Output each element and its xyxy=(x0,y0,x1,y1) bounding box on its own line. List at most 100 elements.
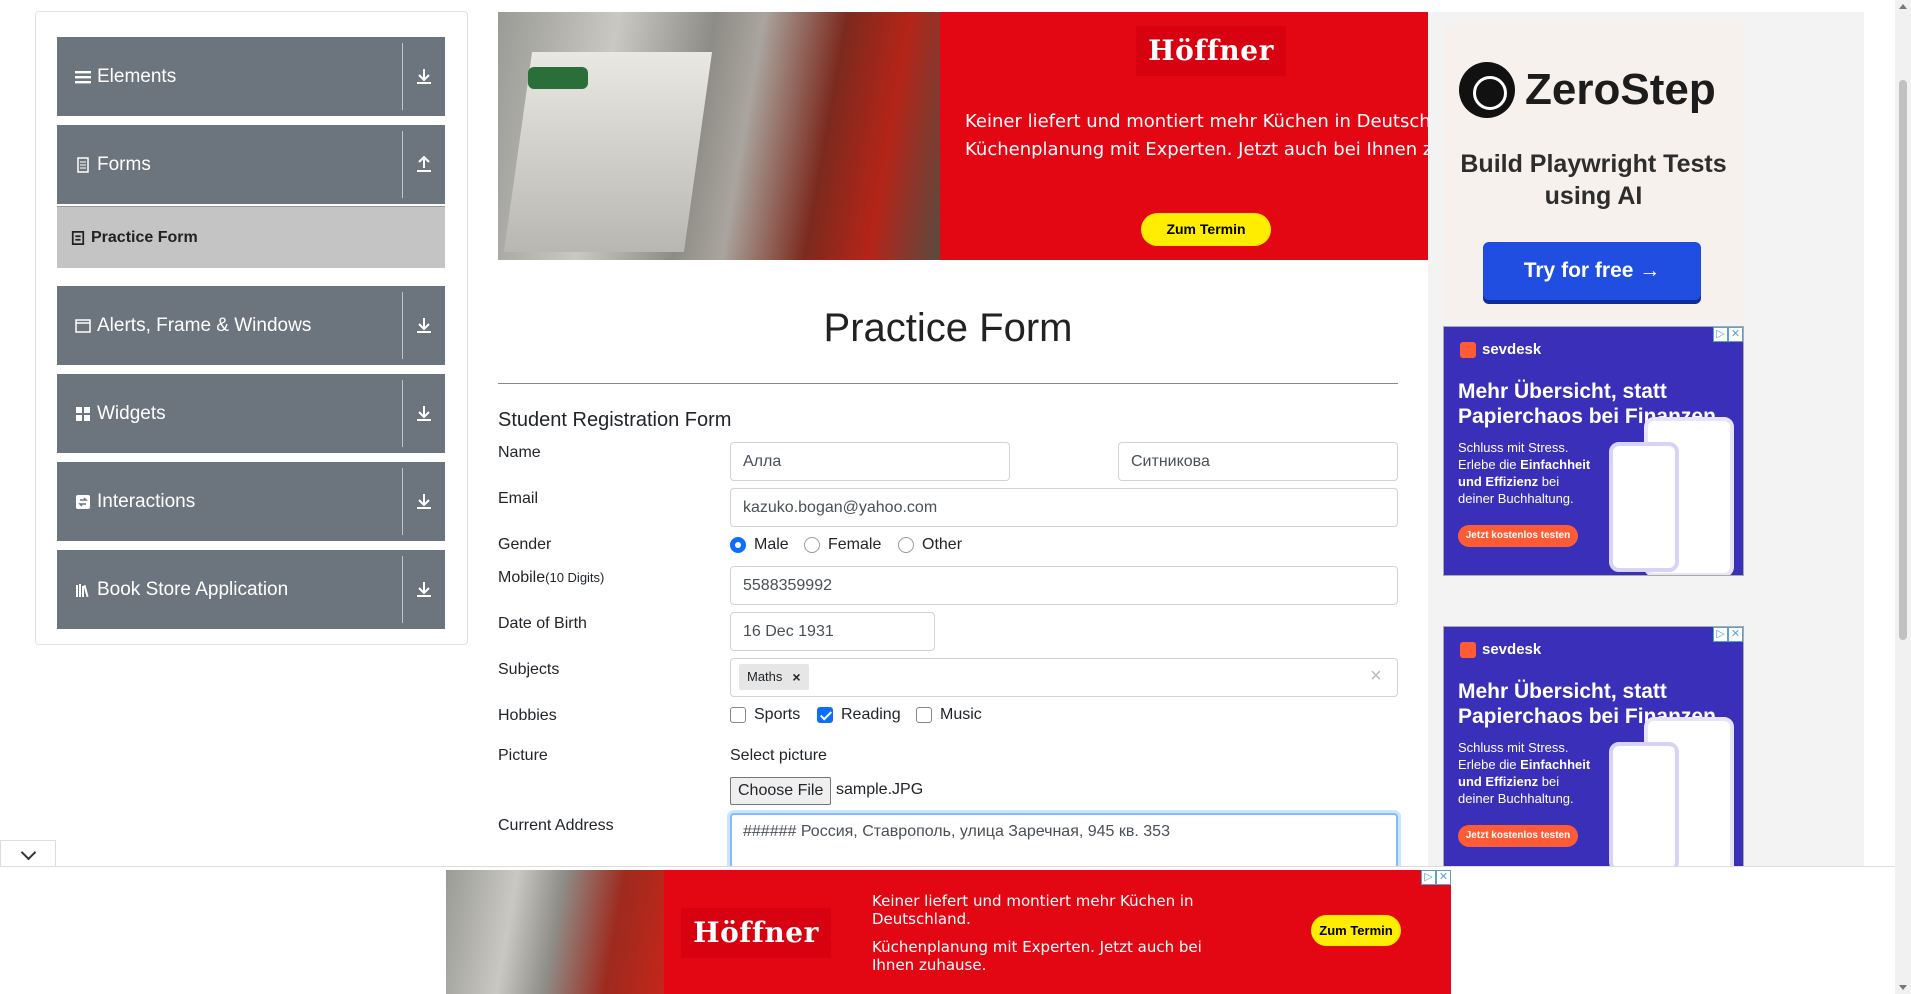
download-arrow-icon[interactable] xyxy=(413,65,435,87)
sidebar-item-practice-form[interactable]: Practice Form xyxy=(57,206,445,268)
scroll-down-icon[interactable] xyxy=(1899,985,1907,990)
hobby-checkbox-music[interactable]: Music xyxy=(916,706,982,724)
ad-choices[interactable]: ▷ ✕ xyxy=(1713,627,1743,642)
ad-line-1: Keiner liefert und montiert mehr Küchen … xyxy=(872,892,1194,928)
sidebar-group-label: Alerts, Frame & Windows xyxy=(97,315,312,336)
sevdesk-ad[interactable]: ▷ ✕ sevdesk Mehr Übersicht, statt Papier… xyxy=(1443,326,1744,576)
picture-label: Picture xyxy=(498,747,548,764)
sevdesk-body: Schluss mit Stress. Erlebe die Einfachhe… xyxy=(1458,440,1591,506)
ad-close-icon[interactable]: ✕ xyxy=(1728,627,1743,642)
download-arrow-icon[interactable] xyxy=(413,402,435,424)
subjects-input[interactable] xyxy=(730,658,1398,697)
gender-label: Gender xyxy=(498,536,552,553)
sidebar-group-alerts[interactable]: Alerts, Frame & Windows xyxy=(57,286,445,365)
form-subtitle: Student Registration Form xyxy=(498,409,732,431)
ad-info-icon[interactable]: ▷ xyxy=(1713,327,1728,342)
ad-choices[interactable]: ▷ ✕ xyxy=(1713,327,1743,342)
page-title: Practice Form xyxy=(823,306,1073,350)
gender-radio-other[interactable]: Other xyxy=(898,536,962,554)
mobile-hint: (10 Digits) xyxy=(545,570,605,585)
ad-info-icon[interactable]: ▷ xyxy=(1421,870,1436,885)
upload-arrow-icon[interactable] xyxy=(413,153,435,175)
download-arrow-icon[interactable] xyxy=(413,490,435,512)
divider xyxy=(402,131,403,198)
date-of-birth-input[interactable]: 16 Dec 1931 xyxy=(730,612,935,651)
scroll-up-icon[interactable] xyxy=(1899,4,1907,9)
window-icon xyxy=(75,318,91,333)
sidebar-group-elements[interactable]: Elements xyxy=(57,37,445,116)
sevdesk-brand: sevdesk xyxy=(1482,341,1542,358)
divider xyxy=(402,43,403,110)
form-icon xyxy=(71,230,85,245)
sevdesk-brand: sevdesk xyxy=(1482,641,1542,658)
choose-file-button[interactable]: Choose File xyxy=(730,777,832,805)
app-screenshot xyxy=(1609,742,1679,872)
ad-close-icon[interactable]: ✕ xyxy=(1728,327,1743,342)
download-arrow-icon[interactable] xyxy=(413,314,435,336)
ad-close-icon[interactable]: ✕ xyxy=(1436,870,1451,885)
radio-label: Male xyxy=(754,536,789,553)
ad-choices[interactable]: ▷ ✕ xyxy=(1421,870,1451,885)
sidebar-group-book-store[interactable]: Book Store Application xyxy=(57,550,445,629)
checkbox[interactable] xyxy=(817,707,833,723)
collapse-ad-button[interactable] xyxy=(0,840,56,866)
checkbox-label: Music xyxy=(940,706,982,723)
name-label: Name xyxy=(498,444,541,461)
radio-button[interactable] xyxy=(730,537,746,553)
interaction-icon xyxy=(76,494,90,509)
email-input[interactable]: kazuko.bogan@yahoo.com xyxy=(730,488,1398,527)
ad-info-icon[interactable]: ▷ xyxy=(1713,627,1728,642)
sidebar-group-widgets[interactable]: Widgets xyxy=(57,374,445,453)
checkbox[interactable] xyxy=(916,707,932,723)
hoeffner-logo: Höffner xyxy=(1136,26,1286,76)
try-for-free-button[interactable]: Try for free → xyxy=(1483,242,1701,300)
download-arrow-icon[interactable] xyxy=(413,578,435,600)
top-banner-ad[interactable]: Höffner Keiner liefert und montiert mehr… xyxy=(498,12,1428,260)
radio-button[interactable] xyxy=(804,537,820,553)
bottom-banner-ad[interactable]: Höffner Keiner liefert und montiert mehr… xyxy=(446,870,1451,994)
sevdesk-body: Schluss mit Stress. Erlebe die Einfachhe… xyxy=(1458,740,1591,806)
zerostep-ad[interactable]: ZeroStep Build Playwright Tests using AI… xyxy=(1443,24,1744,321)
ad-cta-button[interactable]: Zum Termin xyxy=(1141,213,1271,246)
sevdesk-logo-icon xyxy=(1460,341,1476,358)
gender-radio-male[interactable]: Male xyxy=(730,536,789,554)
current-address-label: Current Address xyxy=(498,817,614,834)
hobby-checkbox-reading[interactable]: Reading xyxy=(817,706,901,724)
sidebar-group-label: Widgets xyxy=(97,403,166,424)
hobby-checkbox-sports[interactable]: Sports xyxy=(730,706,800,724)
zerostep-brand: ZeroStep xyxy=(1525,65,1716,114)
first-name-input[interactable]: Алла xyxy=(730,442,1010,481)
ad-photo xyxy=(498,12,940,260)
mobile-input[interactable]: 5588359992 xyxy=(730,566,1398,605)
subjects-label: Subjects xyxy=(498,661,560,678)
gender-radio-female[interactable]: Female xyxy=(804,536,881,554)
bars-icon xyxy=(75,70,91,83)
current-address-textarea[interactable]: ###### Россия, Ставрополь, улица Заречна… xyxy=(730,813,1398,873)
remove-tag-icon[interactable]: × xyxy=(792,664,800,690)
ad-line-2: Küchenplanung mit Experten. Jetzt auch b… xyxy=(872,938,1202,974)
sidebar-group-label: Elements xyxy=(97,66,177,87)
subject-tag: Maths × xyxy=(739,664,809,690)
sidebar-group-interactions[interactable]: Interactions xyxy=(57,462,445,541)
grid-icon xyxy=(76,406,90,421)
last-name-input[interactable]: Ситникова xyxy=(1118,442,1398,481)
divider xyxy=(402,468,403,535)
sidebar-item-label: Practice Form xyxy=(91,228,198,246)
sevdesk-ad[interactable]: ▷ ✕ sevdesk Mehr Übersicht, statt Papier… xyxy=(1443,626,1744,876)
radio-button[interactable] xyxy=(898,537,914,553)
dob-label: Date of Birth xyxy=(498,615,587,632)
vertical-scrollbar[interactable] xyxy=(1895,0,1911,994)
ad-cta-button[interactable]: Zum Termin xyxy=(1311,915,1401,946)
mobile-label: Mobile(10 Digits) xyxy=(498,569,605,586)
sidebar-group-label: Book Store Application xyxy=(97,579,289,600)
checkbox-label: Reading xyxy=(841,706,901,723)
checkbox[interactable] xyxy=(730,707,746,723)
sidebar-group-forms[interactable]: Forms xyxy=(57,125,445,204)
scrollbar-thumb[interactable] xyxy=(1899,80,1907,640)
clear-icon[interactable]: × xyxy=(1370,665,1382,688)
radio-label: Female xyxy=(828,536,882,553)
radio-label: Other xyxy=(922,536,963,553)
sevdesk-cta-button[interactable]: Jetzt kostenlos testen xyxy=(1458,825,1578,847)
sevdesk-cta-button[interactable]: Jetzt kostenlos testen xyxy=(1458,525,1578,547)
sidebar-group-label: Forms xyxy=(97,154,151,175)
